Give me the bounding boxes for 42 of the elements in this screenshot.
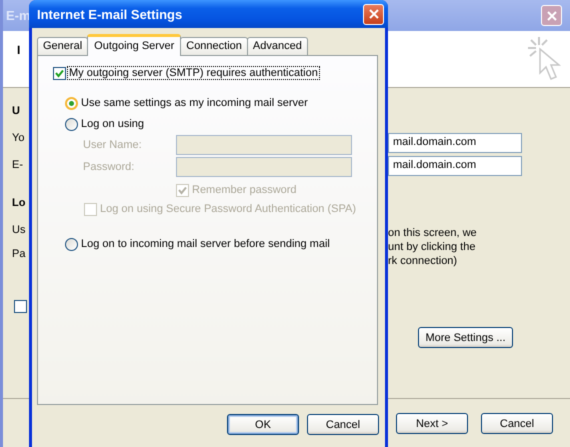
description-text: rk connection) (388, 254, 458, 268)
input-field[interactable] (176, 135, 352, 155)
description-text: unt by clicking the (388, 240, 476, 254)
tab[interactable]: Advanced (246, 37, 308, 55)
field-label: Us (12, 224, 26, 236)
description-text: on this screen, we (388, 226, 477, 240)
input-field[interactable]: mail.domain.com (388, 133, 522, 153)
tab[interactable]: Outgoing Server (87, 34, 182, 56)
section-heading: U (12, 105, 20, 117)
window-title: Internet E-mail Settings (37, 6, 182, 22)
checkbox-label: Remember password (191, 184, 298, 196)
radio-button[interactable] (65, 238, 78, 250)
field-label: Password: (83, 161, 136, 173)
tab[interactable]: Connection (180, 37, 248, 55)
window-title: E-m (6, 8, 31, 23)
checkbox-label: Log on using Secure Password Authentication (SPA) (99, 203, 358, 215)
radio-label: Log on to incoming mail server before sending mail (80, 238, 331, 250)
field-label: Yo (12, 132, 24, 144)
checkbox-label: My outgoing server (SMTP) requires authentication (68, 67, 319, 79)
radio-label: Use same settings as my incoming mail server (80, 97, 309, 109)
next-button[interactable]: Next > (396, 413, 468, 434)
radio-button[interactable] (65, 118, 78, 130)
input-field[interactable]: mail.domain.com (388, 156, 522, 176)
more-settings-button[interactable]: More Settings ... (418, 327, 513, 348)
radio-button[interactable] (65, 96, 78, 110)
field-label: E- (12, 159, 23, 171)
field-label: User Name: (83, 139, 143, 151)
checkbox[interactable] (14, 300, 27, 313)
close-icon (546, 10, 556, 20)
field-label: Pa (12, 248, 26, 260)
cursor-click-icon (526, 35, 562, 83)
radio-label: Log on using (80, 118, 145, 130)
checkbox[interactable] (53, 66, 66, 80)
section-heading: Lo (12, 197, 26, 209)
cancel-button[interactable]: Cancel (307, 414, 379, 435)
header-title: I (17, 43, 20, 57)
close-button[interactable] (363, 4, 384, 24)
input-field[interactable] (176, 157, 352, 177)
tab[interactable]: General (37, 37, 88, 55)
ok-button[interactable]: OK (227, 414, 299, 435)
cancel-button[interactable]: Cancel (481, 413, 553, 434)
close-icon (368, 9, 378, 19)
